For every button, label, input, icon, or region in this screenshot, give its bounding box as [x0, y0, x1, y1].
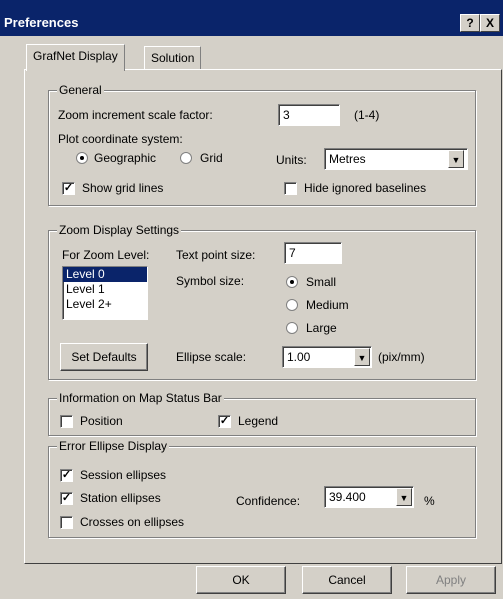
radio-symbol-medium-label: Medium: [306, 298, 349, 312]
crosses-on-ellipses-checkbox[interactable]: [60, 516, 73, 529]
station-ellipses-label: Station ellipses: [80, 491, 161, 505]
apply-button[interactable]: Apply: [406, 566, 496, 594]
confidence-label: Confidence:: [236, 494, 301, 508]
ellipse-scale-unit: (pix/mm): [378, 350, 425, 364]
station-ellipses-checkbox[interactable]: ✓: [60, 492, 73, 505]
zoom-level-list[interactable]: Level 0 Level 1 Level 2+: [62, 266, 148, 320]
text-point-size-label: Text point size:: [176, 248, 256, 262]
zoom-range-label: (1-4): [354, 108, 380, 122]
ellipse-scale-dropdown-button[interactable]: ▼: [354, 348, 370, 366]
list-item-level-1[interactable]: Level 1: [63, 282, 147, 297]
list-item-level-2[interactable]: Level 2+: [63, 297, 147, 312]
window-title: Preferences: [4, 15, 79, 30]
zoom-increment-label: Zoom increment scale factor:: [58, 108, 213, 122]
legend-checkbox[interactable]: ✓: [218, 415, 231, 428]
ok-button[interactable]: OK: [196, 566, 286, 594]
tab-solution[interactable]: Solution: [144, 46, 202, 69]
radio-symbol-small-label: Small: [306, 275, 337, 289]
tab-grafnet-display[interactable]: GrafNet Display: [26, 44, 125, 71]
cancel-button[interactable]: Cancel: [302, 566, 392, 594]
list-item-level-0[interactable]: Level 0: [63, 267, 147, 282]
title-bar[interactable]: Preferences ? X: [0, 0, 503, 36]
position-label: Position: [80, 414, 123, 428]
plot-coordinate-label: Plot coordinate system:: [58, 132, 183, 146]
radio-dot: [80, 156, 84, 160]
set-defaults-button[interactable]: Set Defaults: [60, 343, 148, 371]
show-grid-label: Show grid lines: [82, 181, 164, 195]
general-group-label: General: [57, 83, 104, 97]
legend-label: Legend: [238, 414, 279, 428]
hide-ignored-checkbox[interactable]: [284, 182, 297, 195]
radio-dot: [290, 280, 294, 284]
preferences-window: Preferences ? X GrafNet Display Solution…: [0, 0, 503, 599]
show-grid-checkbox[interactable]: ✓: [62, 182, 75, 195]
symbol-size-label: Symbol size:: [176, 274, 245, 288]
radio-grid[interactable]: [180, 152, 192, 164]
units-label: Units:: [276, 153, 307, 167]
radio-symbol-small[interactable]: [286, 276, 298, 288]
hide-ignored-label: Hide ignored baselines: [304, 181, 427, 195]
radio-grid-label: Grid: [200, 151, 223, 165]
radio-geographic[interactable]: [76, 152, 88, 164]
close-button[interactable]: X: [480, 14, 500, 32]
confidence-unit: %: [424, 494, 435, 508]
error-ellipse-group-label: Error Ellipse Display: [57, 439, 170, 453]
confidence-dropdown-button[interactable]: ▼: [396, 488, 412, 506]
status-bar-group-label: Information on Map Status Bar: [57, 391, 224, 405]
crosses-on-ellipses-label: Crosses on ellipses: [80, 515, 185, 529]
for-zoom-level-label: For Zoom Level:: [62, 248, 150, 262]
radio-symbol-medium[interactable]: [286, 299, 298, 311]
radio-geographic-label: Geographic: [94, 151, 157, 165]
session-ellipses-label: Session ellipses: [80, 468, 167, 482]
units-dropdown-button[interactable]: ▼: [448, 150, 464, 168]
units-select[interactable]: Metres: [324, 148, 468, 170]
zoom-increment-input[interactable]: 3: [278, 104, 340, 126]
session-ellipses-checkbox[interactable]: ✓: [60, 469, 73, 482]
radio-symbol-large-label: Large: [306, 321, 337, 335]
help-button[interactable]: ?: [460, 14, 480, 32]
position-checkbox[interactable]: [60, 415, 73, 428]
zoom-display-group-label: Zoom Display Settings: [57, 223, 182, 237]
radio-symbol-large[interactable]: [286, 322, 298, 334]
text-point-size-input[interactable]: 7: [284, 242, 342, 264]
ellipse-scale-label: Ellipse scale:: [176, 350, 247, 364]
